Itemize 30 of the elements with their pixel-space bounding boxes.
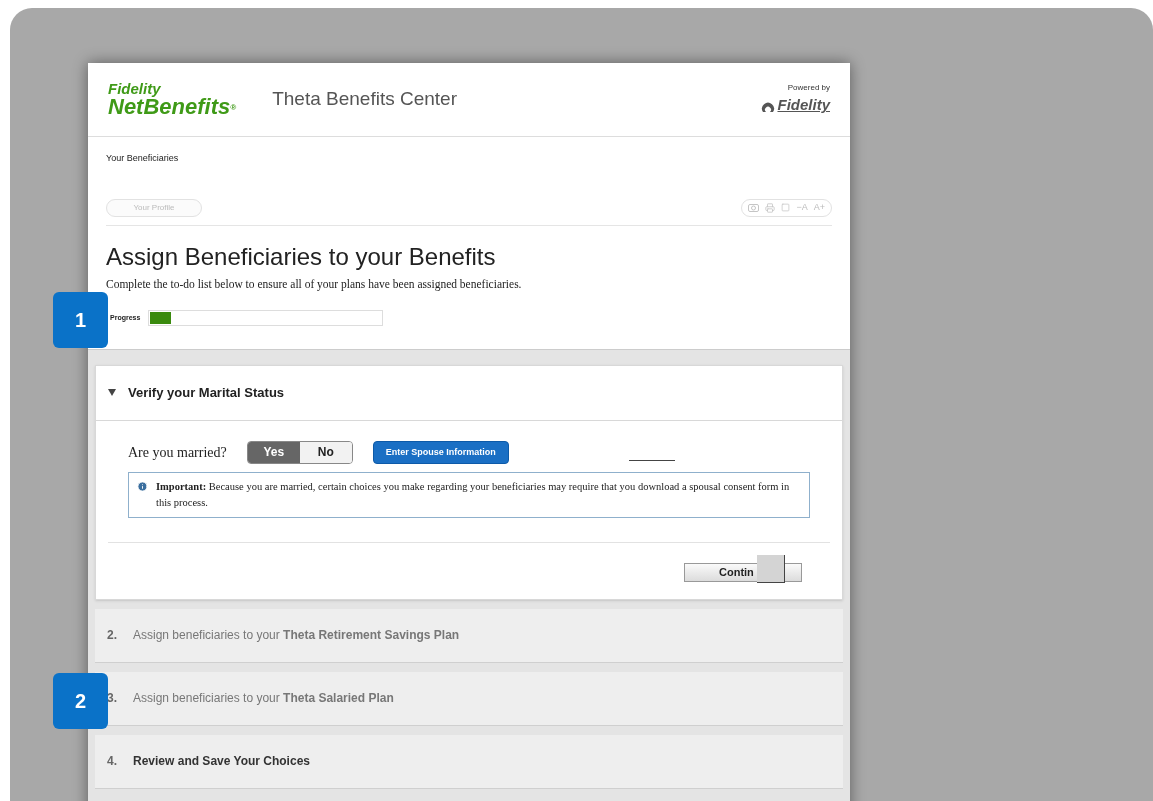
- print-icon[interactable]: [765, 202, 776, 213]
- powered-by-label: Powered by: [787, 82, 830, 95]
- page-title: Assign Beneficiaries to your Benefits: [106, 241, 497, 272]
- brand-logo[interactable]: Fidelity NetBenefits$^{®}$: [108, 81, 237, 118]
- partner-logo: Fidelity: [761, 94, 830, 117]
- question-label: Are you married?: [128, 443, 227, 462]
- step-panel[interactable]: 2. Assign beneficiaries to your Theta Retirement Savings Plan: [95, 608, 843, 663]
- info-icon: [137, 480, 148, 492]
- square-icon[interactable]: [781, 203, 791, 212]
- camera-icon[interactable]: [748, 203, 760, 212]
- step-title[interactable]: Verify your Marital Status: [128, 383, 285, 403]
- notice-text: Important: Because you are married, certain choices you make regarding your beneficiaries may require that you download a spousal consent form in this process.: [156, 479, 791, 510]
- step-marker: 2: [53, 673, 108, 729]
- toggle-option[interactable]: No: [299, 441, 352, 463]
- step-title: Assign beneficiaries to your Theta Retirement Savings Plan: [133, 627, 460, 645]
- step-number: 4.: [107, 753, 117, 771]
- step-title: Review and Save Your Choices: [133, 753, 310, 771]
- cursor-overlay: [757, 554, 785, 583]
- step-number: 2.: [107, 627, 117, 645]
- breadcrumb: Your Beneficiaries: [106, 152, 180, 165]
- spouse-info-button[interactable]: Enter Spouse Information: [372, 440, 509, 464]
- page-subtitle: Complete the to-do list below to ensure all of your plans have been assigned beneficiaries.: [106, 276, 523, 293]
- step-panel[interactable]: 3. Assign beneficiaries to your Theta Salaried Plan: [95, 671, 843, 726]
- site-title: Theta Benefits Center: [272, 87, 457, 112]
- step-title: Assign beneficiaries to your Theta Salaried Plan: [133, 690, 394, 708]
- step-marker: 1: [53, 292, 108, 348]
- step-panel[interactable]: 4. Review and Save Your Choices: [95, 734, 843, 789]
- toggle-option[interactable]: Yes: [247, 441, 300, 463]
- collapse-icon[interactable]: [108, 389, 116, 397]
- step-number: 3.: [107, 690, 117, 708]
